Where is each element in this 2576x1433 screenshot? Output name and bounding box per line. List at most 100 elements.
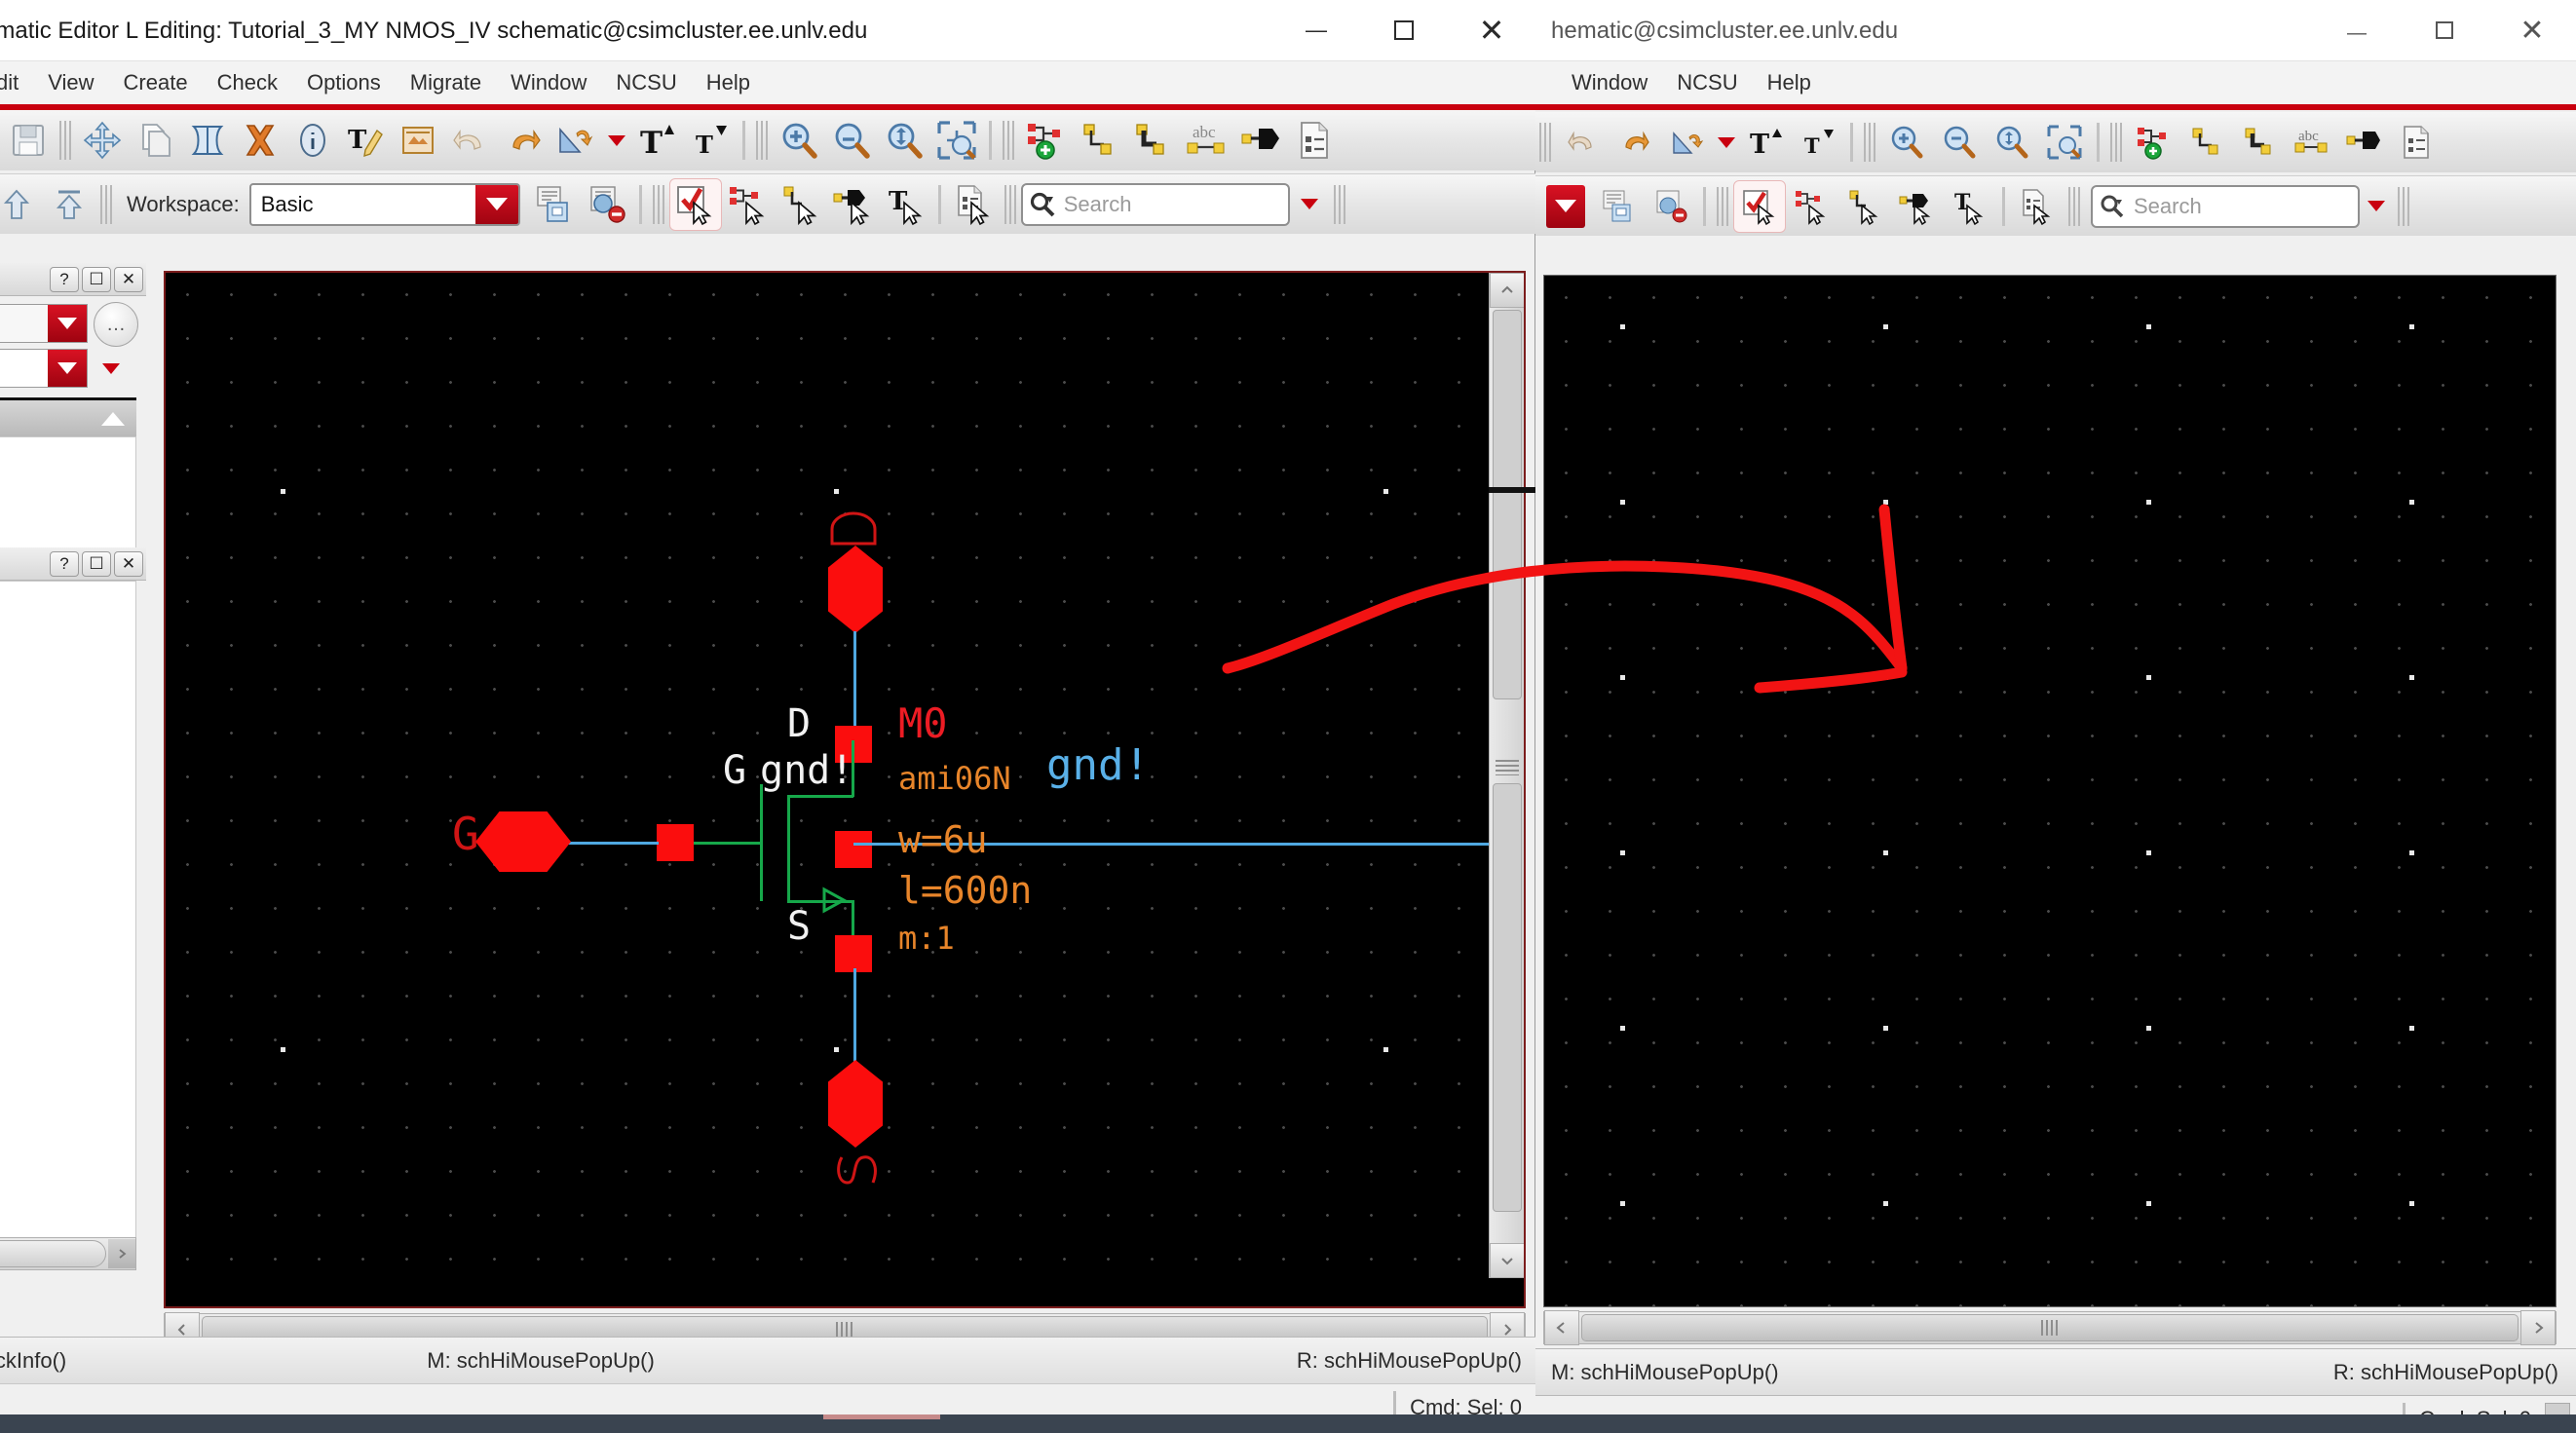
zoom-fit-icon[interactable] [1986, 116, 2038, 169]
workspace-dropdown-button-2[interactable] [1539, 180, 1592, 233]
window1-toolbar-row2[interactable]: Workspace: Basic T Search [0, 173, 1535, 234]
schematic-terminal-source[interactable] [835, 935, 872, 972]
rotate-icon[interactable] [549, 114, 602, 167]
zoom-out-icon[interactable] [825, 114, 878, 167]
properties-panel-body[interactable] [0, 581, 136, 1263]
window2-search-box[interactable] [2091, 184, 2360, 228]
create-wire-narrow-icon[interactable] [2232, 116, 2285, 169]
create-instance-icon[interactable] [1019, 114, 1072, 167]
create-wire-narrow-icon[interactable] [1124, 114, 1177, 167]
window2-menu-ncsu[interactable]: NCSU [1662, 70, 1752, 95]
schematic-terminal-bulk[interactable] [835, 831, 872, 868]
rotate-dropdown-icon[interactable] [602, 114, 631, 167]
create-pin-icon[interactable] [1235, 114, 1288, 167]
schematic-editor-window-1[interactable]: ematic Editor L Editing: Tutorial_3_MY N… [0, 0, 1535, 1433]
window2-toolbar-row1[interactable]: T T abc [1535, 112, 2576, 172]
schematic-terminal-gate[interactable] [657, 824, 694, 861]
zoom-in-icon[interactable] [1880, 116, 1933, 169]
schematic-instance-name[interactable]: M0 [898, 699, 948, 747]
create-instance-icon[interactable] [2127, 116, 2179, 169]
zoom-in-icon[interactable] [773, 114, 825, 167]
create-note-icon[interactable] [1288, 114, 1341, 167]
schematic-net-label-gnd[interactable]: gnd! [1046, 740, 1150, 790]
create-wire-icon[interactable] [1072, 114, 1124, 167]
undo-icon[interactable] [444, 114, 497, 167]
zoom-area-icon[interactable] [2038, 116, 2091, 169]
properties-hscrollbar[interactable] [0, 1237, 136, 1270]
select-instance-icon[interactable] [722, 178, 775, 231]
redo-icon[interactable] [497, 114, 549, 167]
window1-maximize-button[interactable] [1360, 0, 1448, 60]
save-workspace-icon[interactable] [528, 178, 581, 231]
window1-search-input[interactable] [1061, 184, 1228, 224]
window2-titlebar[interactable]: hematic@csimcluster.ee.unlv.edu ✕ [1535, 0, 2576, 60]
library-combo-dropdown[interactable] [48, 305, 87, 342]
library-combo[interactable] [0, 304, 88, 343]
window2-search-options-caret[interactable] [2360, 180, 2393, 233]
select-pin-icon[interactable] [827, 178, 880, 231]
select-note-icon[interactable] [947, 178, 1000, 231]
undo-icon[interactable] [1556, 116, 1609, 169]
top-hierarchy-icon[interactable] [43, 178, 95, 231]
select-text-icon[interactable]: T [1944, 180, 1996, 233]
select-note-icon[interactable] [2011, 180, 2064, 233]
window1-close-button[interactable]: ✕ [1448, 0, 1535, 60]
create-label-icon[interactable]: abc [2285, 116, 2337, 169]
properties-help-button[interactable]: ? [50, 550, 79, 577]
schematic-wire-source[interactable] [853, 968, 856, 1062]
select-all-icon[interactable] [1733, 179, 1786, 233]
canvas-vertical-scrollbar[interactable] [1489, 273, 1524, 1278]
window2-maximize-button[interactable] [2401, 0, 2488, 60]
menu-ncsu[interactable]: NCSU [601, 70, 691, 95]
select-text-icon[interactable]: T [880, 178, 932, 231]
schematic-param-multiplier[interactable]: m:1 [898, 920, 955, 957]
menu-help[interactable]: Help [692, 70, 765, 95]
window1-search-dropdown-button[interactable] [1227, 184, 1249, 213]
zoom-text-down-icon[interactable]: T [1792, 116, 1844, 169]
window2-hscroll-thumb[interactable] [1581, 1314, 2519, 1341]
create-label-icon[interactable]: abc [1177, 114, 1235, 167]
hierarchy-icon[interactable] [392, 114, 444, 167]
window2-search-input[interactable] [2132, 186, 2297, 226]
redo-icon[interactable] [1609, 116, 1661, 169]
save-icon[interactable] [2, 114, 55, 167]
menu-create[interactable]: Create [109, 70, 203, 95]
cell-combo[interactable] [0, 349, 88, 388]
window1-minimize-button[interactable]: — [1272, 0, 1360, 60]
window2-close-button[interactable]: ✕ [2488, 0, 2576, 60]
window2-toolbar-row2[interactable]: T [1535, 175, 2576, 236]
move-icon[interactable] [76, 114, 129, 167]
canvas-vscroll-thumb[interactable] [1493, 310, 1522, 699]
up-hierarchy-icon[interactable] [0, 178, 43, 231]
zoom-text-up-icon[interactable]: T [631, 114, 684, 167]
zoom-text-down-icon[interactable]: T [684, 114, 737, 167]
rotate-dropdown-icon[interactable] [1714, 116, 1739, 169]
create-pin-icon[interactable] [2337, 116, 2390, 169]
canvas-scroll-down-button[interactable] [1490, 1243, 1524, 1278]
properties-close-button[interactable]: ✕ [114, 550, 143, 577]
zoom-fit-icon[interactable] [878, 114, 930, 167]
menu-check[interactable]: Check [203, 70, 292, 95]
schematic-param-width[interactable]: w=6u [898, 818, 988, 861]
select-wire-icon[interactable] [775, 178, 827, 231]
delete-workspace-icon[interactable] [581, 178, 633, 231]
save-workspace-icon[interactable] [1592, 180, 1645, 233]
workspace-dropdown-button[interactable] [474, 184, 518, 224]
canvas-vscroll-grip[interactable] [1496, 760, 1519, 775]
select-pin-icon[interactable] [1891, 180, 1944, 233]
window1-titlebar[interactable]: ematic Editor L Editing: Tutorial_3_MY N… [0, 0, 1535, 60]
select-all-icon[interactable] [668, 177, 722, 231]
schematic-gate-net-label[interactable]: gnd! [760, 748, 853, 793]
window2-scroll-left-button[interactable] [1544, 1310, 1579, 1345]
copy-icon[interactable] [129, 114, 181, 167]
create-note-icon[interactable] [2390, 116, 2443, 169]
zoom-area-icon[interactable] [930, 114, 983, 167]
window2-menu-window[interactable]: Window [1557, 70, 1662, 95]
panel-help-button[interactable]: ? [50, 266, 79, 292]
window2-menu-help[interactable]: Help [1753, 70, 1826, 95]
left-dock-panels[interactable]: ? ☐ ✕ … } ? ☐ ✕ [0, 263, 146, 1296]
menu-migrate[interactable]: Migrate [396, 70, 496, 95]
cell-combo-dropdown[interactable] [48, 350, 87, 387]
window2-minimize-button[interactable] [2313, 0, 2401, 60]
schematic-canvas[interactable]: G D G S M0 gnd! ami06N gnd! w=6u l=600n … [166, 273, 1491, 1278]
